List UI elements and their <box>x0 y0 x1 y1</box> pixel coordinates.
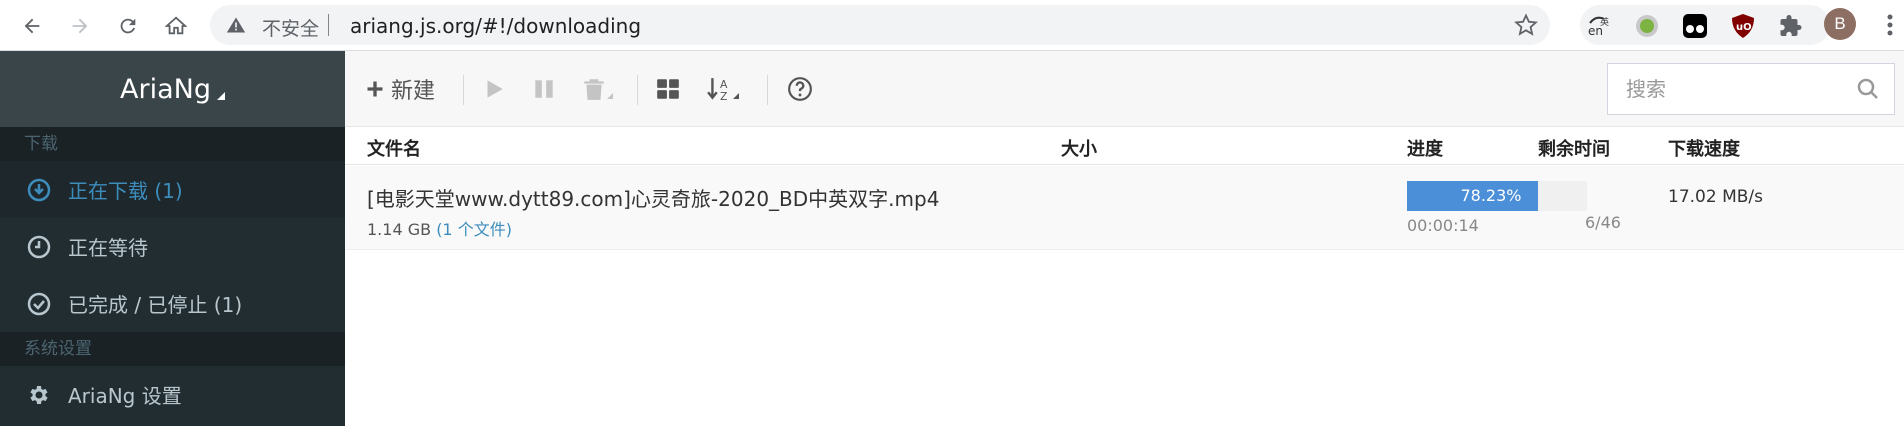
task-details: 1.14 GB (1 个文件) <box>367 216 512 240</box>
search-input[interactable] <box>1608 64 1848 114</box>
check-circle-icon <box>26 291 52 317</box>
sidebar-header-download: 下载 <box>0 127 345 161</box>
home-button[interactable] <box>158 8 194 44</box>
translate-extension-icon[interactable]: en 英 <box>1586 13 1612 39</box>
new-task-button[interactable]: 新建 <box>365 73 435 105</box>
forward-button[interactable] <box>62 8 98 44</box>
select-all-button[interactable] <box>655 73 681 105</box>
arrow-left-icon <box>24 18 40 34</box>
caret-icon <box>733 93 739 99</box>
search-icon[interactable] <box>1856 77 1880 101</box>
play-icon <box>487 80 503 98</box>
delete-button[interactable] <box>581 73 613 105</box>
column-name[interactable]: 文件名 <box>367 135 421 161</box>
sidebar-item-label: 已完成 / 已停止 (1) <box>68 293 243 317</box>
divider <box>328 14 329 36</box>
tampermonkey-extension-icon[interactable] <box>1682 13 1708 39</box>
puzzle-icon[interactable] <box>1778 13 1804 39</box>
browser-toolbar: 不安全 ariang.js.org/#!/downloading en 英 uO … <box>0 0 1904 51</box>
task-list: 文件名 大小 进度 剩余时间 下载速度 [电影天堂www.dytt89.com]… <box>345 127 1904 426</box>
task-size: 1.14 GB <box>367 220 432 239</box>
reload-button[interactable] <box>110 8 146 44</box>
pause-icon <box>535 80 553 98</box>
sidebar-item-label: AriaNg 设置 <box>68 384 182 408</box>
task-file-name[interactable]: [电影天堂www.dytt89.com]心灵奇旅-2020_BD中英双字.mp4 <box>367 183 939 212</box>
connection-count: 6/46 <box>1585 213 1621 232</box>
address-bar[interactable]: 不安全 ariang.js.org/#!/downloading <box>210 5 1550 45</box>
column-speed[interactable]: 下载速度 <box>1668 135 1740 161</box>
more-vert-icon[interactable] <box>1880 10 1900 40</box>
pause-button[interactable] <box>531 73 557 105</box>
trash-icon <box>584 79 604 100</box>
sidebar-item-downloading[interactable]: 正在下载 (1) <box>0 161 345 218</box>
svg-text:uO: uO <box>1736 22 1752 33</box>
column-size[interactable]: 大小 <box>1061 135 1097 161</box>
sidebar-item-ariang-settings[interactable]: AriaNg 设置 <box>0 366 345 423</box>
help-button[interactable] <box>787 73 813 105</box>
insecure-label: 不安全 <box>262 18 320 40</box>
toolbar: 新建 AZ <box>345 51 1904 127</box>
remaining-time: 00:00:14 <box>1407 216 1479 235</box>
download-speed: 17.02 MB/s <box>1668 187 1763 207</box>
svg-text:Z: Z <box>720 90 727 102</box>
sidebar-header-settings: 系统设置 <box>0 332 345 366</box>
caret-icon <box>607 93 613 99</box>
sidebar: AriaNg 下载 正在下载 (1) 正在等待 已完成 / 已停止 (1) 系统… <box>0 51 345 426</box>
column-remaining[interactable]: 剩余时间 <box>1538 135 1610 161</box>
green-circle-extension-icon[interactable] <box>1634 13 1660 39</box>
sidebar-item-label: 正在等待 <box>68 236 148 260</box>
back-button[interactable] <box>14 8 50 44</box>
gear-icon <box>26 382 52 408</box>
svg-text:英: 英 <box>1600 16 1609 28</box>
toolbar-divider <box>767 75 768 105</box>
extensions-bar: en 英 uO <box>1580 5 1830 45</box>
sidebar-item-waiting[interactable]: 正在等待 <box>0 218 345 275</box>
task-file-count[interactable]: (1 个文件) <box>436 220 512 239</box>
progress-bar: 78.23% <box>1407 181 1587 211</box>
sidebar-item-stopped[interactable]: 已完成 / 已停止 (1) <box>0 275 345 332</box>
warning-icon <box>226 17 246 33</box>
progress-label: 78.23% <box>1460 186 1522 205</box>
grid-icon <box>657 79 679 99</box>
question-circle-icon <box>788 77 812 101</box>
star-icon[interactable] <box>1514 13 1538 37</box>
toolbar-divider <box>463 75 464 105</box>
download-circle-icon <box>26 177 52 203</box>
main-panel: 新建 AZ 文件名 大小 <box>345 51 1904 426</box>
search-box <box>1607 63 1895 115</box>
column-progress[interactable]: 进度 <box>1407 135 1443 161</box>
clock-icon <box>26 234 52 260</box>
sort-alpha-icon: AZ <box>707 78 728 102</box>
toolbar-divider <box>637 75 638 105</box>
table-row[interactable]: [电影天堂www.dytt89.com]心灵奇旅-2020_BD中英双字.mp4… <box>345 166 1904 250</box>
brand-logo[interactable]: AriaNg <box>0 51 345 127</box>
caret-icon <box>216 92 225 100</box>
ublock-extension-icon[interactable]: uO <box>1730 13 1756 39</box>
new-task-label: 新建 <box>391 79 436 104</box>
arrow-right-icon <box>72 18 88 34</box>
brand-name: AriaNg <box>120 73 211 105</box>
reload-icon <box>120 18 136 34</box>
sort-button[interactable]: AZ <box>707 73 739 105</box>
sidebar-item-label: 正在下载 (1) <box>68 179 183 203</box>
home-icon <box>165 16 187 35</box>
start-button[interactable] <box>481 73 507 105</box>
profile-avatar[interactable]: B <box>1824 8 1856 40</box>
plus-icon <box>367 81 383 97</box>
column-headers: 文件名 大小 进度 剩余时间 下载速度 <box>345 127 1904 165</box>
url-text[interactable]: ariang.js.org/#!/downloading <box>350 14 641 38</box>
